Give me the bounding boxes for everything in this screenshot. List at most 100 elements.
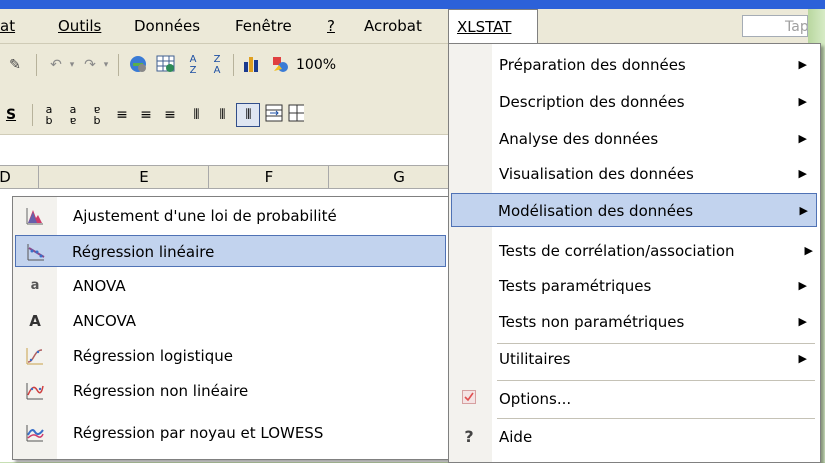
submenu-arrow-icon: ▶ [798, 279, 807, 292]
nonlinear-regression-icon [25, 381, 45, 401]
menu-help[interactable]: ? [327, 9, 335, 43]
standard-toolbar: ✎ ↶ ▾ ↷ ▾ AZ ZA 100% [0, 44, 450, 96]
submenu-item-label: ANOVA [73, 277, 126, 295]
submenu-item-ancova[interactable]: A ANCOVA [15, 305, 446, 337]
align-right-icon[interactable]: ≡ [160, 104, 180, 126]
toolbar-separator [118, 54, 119, 76]
submenu-item-anova[interactable]: a ANOVA [15, 270, 446, 302]
menu-item-correlation[interactable]: Tests de corrélation/association ▶ [451, 234, 817, 268]
underline-button[interactable]: S [2, 104, 20, 126]
menu-item-description[interactable]: Description des données ▶ [451, 85, 817, 119]
menu-item-label: Tests non paramétriques [499, 313, 685, 331]
submenu-arrow-icon: ▶ [798, 58, 807, 71]
formula-bar[interactable] [0, 135, 450, 166]
borders-icon[interactable] [288, 104, 304, 126]
menu-donnees[interactable]: Données [134, 9, 200, 43]
menu-item-analyse[interactable]: Analyse des données ▶ [451, 122, 817, 156]
menu-item-tests-non-parametriques[interactable]: Tests non paramétriques ▶ [451, 305, 817, 339]
submenu-item-regression-logistique[interactable]: Régression logistique [15, 340, 446, 372]
menu-item-tests-parametriques[interactable]: Tests paramétriques ▶ [451, 269, 817, 303]
menu-item-label: Description des données [499, 93, 685, 111]
menu-item-modelisation[interactable]: Modélisation des données ▶ [451, 193, 817, 227]
menu-item-aide[interactable]: ? Aide [451, 420, 817, 454]
submenu-item-regression-lineaire[interactable]: Régression linéaire [15, 235, 446, 267]
zoom-box[interactable]: 100% [296, 54, 340, 76]
menu-format[interactable]: at [0, 9, 15, 43]
column-header-e[interactable]: E [38, 166, 209, 188]
menu-item-visualisation[interactable]: Visualisation des données ▶ [451, 157, 817, 191]
submenu-arrow-icon: ▶ [798, 167, 807, 180]
help-icon: ? [464, 427, 474, 446]
menu-item-label: Modélisation des données [498, 202, 694, 220]
submenu-item-regression-non-lineaire[interactable]: Régression non linéaire [15, 375, 446, 407]
menu-item-label: Aide [499, 428, 533, 446]
justify-icon[interactable]: ⦀ [186, 104, 206, 126]
logistic-regression-icon [25, 346, 45, 366]
submenu-item-ajustement[interactable]: Ajustement d'une loi de probabilité [15, 200, 446, 232]
submenu-item-label: ANCOVA [73, 312, 137, 330]
submenu-item-regression-noyau[interactable]: Régression par noyau et LOWESS [15, 417, 446, 449]
submenu-item-label: Régression linéaire [72, 243, 215, 261]
menu-item-options[interactable]: Options... [451, 382, 817, 416]
submenu-arrow-icon: ▶ [804, 244, 813, 257]
submenu-arrow-icon: ▶ [798, 132, 807, 145]
submenu-arrow-icon: ▶ [799, 204, 808, 217]
submenu-arrow-icon: ▶ [798, 95, 807, 108]
menu-outils[interactable]: Outils [58, 9, 101, 43]
menu-item-label: Tests paramétriques [499, 277, 652, 295]
sort-descending-icon[interactable]: ZA [206, 54, 228, 76]
submenu-item-label: Régression logistique [73, 347, 233, 365]
merge-cells-icon[interactable] [264, 104, 284, 126]
menu-fenetre[interactable]: Fenêtre [235, 9, 292, 43]
submenu-arrow-icon: ▶ [798, 352, 807, 365]
submenu-item-label: Régression non linéaire [73, 382, 249, 400]
ancova-icon: A [29, 312, 41, 330]
submenu-item-label: Ajustement d'une loi de probabilité [73, 207, 337, 225]
checkbox-icon [459, 389, 479, 409]
text-orientation-icon[interactable]: ɐb [88, 104, 106, 126]
insert-table-icon[interactable] [154, 54, 178, 76]
align-center-icon[interactable]: ≡ [136, 104, 156, 126]
menu-item-label: Préparation des données [499, 56, 686, 74]
column-header-d[interactable]: D [0, 166, 39, 188]
menu-separator [497, 380, 815, 381]
align-left-icon[interactable]: ≡ [112, 104, 132, 126]
xlstat-dropdown-menu: Préparation des données ▶ Description de… [448, 43, 821, 463]
menu-item-label: Tests de corrélation/association [499, 242, 735, 260]
window-title-edge [0, 0, 825, 9]
redo-dropdown-icon[interactable]: ▾ [100, 54, 112, 76]
chart-wizard-icon[interactable] [240, 54, 264, 76]
fill-justify-icon[interactable]: ⦀ [236, 103, 260, 127]
column-header-row: D E F G [0, 166, 450, 189]
menu-item-label: Visualisation des données [499, 165, 694, 183]
ask-question-input[interactable]: Tape [742, 15, 808, 37]
menu-acrobat[interactable]: Acrobat [364, 9, 422, 43]
undo-dropdown-icon[interactable]: ▾ [66, 54, 78, 76]
distribution-icon [25, 206, 45, 226]
menubar: at Outils Données Fenêtre ? Acrobat XLST… [0, 9, 808, 44]
toolbar-separator [233, 54, 234, 76]
sort-ascending-icon[interactable]: AZ [182, 54, 204, 76]
format-painter-icon[interactable]: ✎ [4, 54, 26, 76]
redo-icon[interactable]: ↷ [80, 54, 100, 76]
toolbar-separator [36, 54, 37, 76]
hyperlink-icon[interactable] [126, 54, 150, 76]
text-orientation-icon[interactable]: ab [40, 104, 58, 126]
formatting-toolbar: S ab aɐ ɐb ≡ ≡ ≡ ⦀ ⦀ ⦀ [0, 96, 450, 135]
menu-separator [497, 418, 815, 419]
distributed-icon[interactable]: ⦀ [212, 104, 232, 126]
anova-icon: a [30, 278, 40, 293]
column-header-f[interactable]: F [208, 166, 329, 188]
menu-xlstat[interactable]: XLSTAT [448, 9, 538, 43]
menu-item-label: Analyse des données [499, 130, 659, 148]
menu-item-label: Utilitaires [499, 350, 571, 368]
undo-icon[interactable]: ↶ [46, 54, 66, 76]
submenu-item-label: Régression par noyau et LOWESS [73, 424, 324, 442]
menu-item-preparation[interactable]: Préparation des données ▶ [451, 48, 817, 82]
submenu-arrow-icon: ▶ [798, 315, 807, 328]
drawing-icon[interactable] [268, 54, 292, 76]
menu-item-label: Options... [499, 390, 572, 408]
menu-item-utilitaires[interactable]: Utilitaires ▶ [451, 342, 817, 376]
toolbar-separator [32, 104, 33, 126]
text-orientation-icon[interactable]: aɐ [64, 104, 82, 126]
